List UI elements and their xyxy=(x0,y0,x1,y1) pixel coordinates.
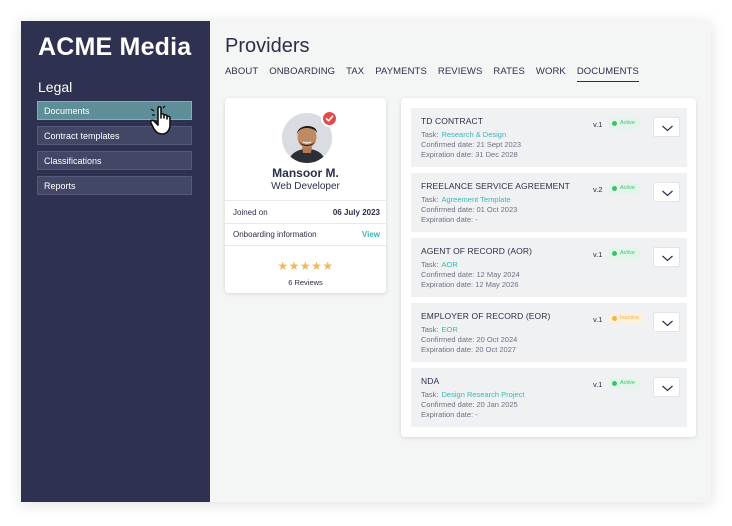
joined-value: 06 July 2023 xyxy=(332,207,380,217)
joined-label: Joined on xyxy=(233,207,268,217)
expand-button[interactable] xyxy=(653,377,680,397)
status-dot-icon xyxy=(612,251,617,256)
document-title: NDA xyxy=(421,376,440,386)
document-task-link[interactable]: AOR xyxy=(442,260,458,269)
tab-reviews[interactable]: REVIEWS xyxy=(438,66,483,82)
document-confirmed-date: Confirmed date: 12 May 2024 xyxy=(421,270,520,279)
document-expiration-date: Expiration date: - xyxy=(421,410,478,419)
document-version: v.2 xyxy=(593,185,603,194)
main-content: Providers ABOUT ONBOARDING TAX PAYMENTS … xyxy=(210,21,711,502)
document-confirmed-date: Confirmed date: 21 Sept 2023 xyxy=(421,140,522,149)
verified-check-icon xyxy=(321,110,338,127)
document-task: Task: AOR xyxy=(421,260,458,269)
onboarding-label: Onboarding information xyxy=(233,230,317,239)
document-version: v.1 xyxy=(593,315,603,324)
document-task: Task: Design Research Project xyxy=(421,390,525,399)
status-dot-icon xyxy=(612,381,617,386)
sidebar-item-classifications[interactable]: Classifications xyxy=(37,151,192,170)
tab-work[interactable]: WORK xyxy=(536,66,566,82)
rating-stars: ★★★★★ xyxy=(225,259,386,273)
document-card: AGENT OF RECORD (AOR) Task: AOR Confirmed… xyxy=(411,238,687,297)
status-badge: Active xyxy=(608,378,640,389)
document-version: v.1 xyxy=(593,120,603,129)
tab-documents[interactable]: DOCUMENTS xyxy=(576,66,639,82)
star-icon: ★ xyxy=(311,259,323,273)
document-card: FREELANCE SERVICE AGREEMENT Task: Agreeme… xyxy=(411,173,687,232)
status-badge: Inactive xyxy=(608,313,644,324)
status-badge: Active xyxy=(608,248,640,259)
joined-row: Joined on 06 July 2023 xyxy=(225,200,386,223)
star-icon: ★ xyxy=(288,259,300,273)
page-title: Providers xyxy=(225,35,310,57)
expand-button[interactable] xyxy=(653,312,680,332)
expand-button[interactable] xyxy=(653,117,680,137)
chevron-down-icon xyxy=(662,255,673,262)
provider-role: Web Developer xyxy=(271,181,340,192)
tab-onboarding[interactable]: ONBOARDING xyxy=(269,66,335,82)
document-task: Task: EOR xyxy=(421,325,458,334)
expand-button[interactable] xyxy=(653,247,680,267)
tab-tax[interactable]: TAX xyxy=(346,66,364,82)
document-task: Task: Agreement Template xyxy=(421,195,511,204)
star-icon: ★ xyxy=(277,259,289,273)
tab-bar: ABOUT ONBOARDING TAX PAYMENTS REVIEWS RA… xyxy=(225,66,650,82)
section-title-legal: Legal xyxy=(38,79,73,95)
star-icon: ★ xyxy=(299,259,312,273)
brand-logo: ACME Media xyxy=(38,33,192,61)
document-task-link[interactable]: Agreement Template xyxy=(442,195,511,204)
sidebar: ACME Media Legal Documents Contract temp… xyxy=(21,21,210,502)
hand-pointer-icon xyxy=(149,105,171,135)
document-task-link[interactable]: Research & Design xyxy=(442,130,507,139)
documents-panel: TD CONTRACT Task: Research & Design Confi… xyxy=(401,98,696,437)
document-expiration-date: Expiration date: 12 May 2026 xyxy=(421,280,519,289)
app-window: ACME Media Legal Documents Contract temp… xyxy=(21,21,711,502)
document-title: AGENT OF RECORD (AOR) xyxy=(421,246,533,256)
tab-about[interactable]: ABOUT xyxy=(225,66,258,82)
document-title: FREELANCE SERVICE AGREEMENT xyxy=(421,181,570,191)
sidebar-item-reports[interactable]: Reports xyxy=(37,176,192,195)
status-dot-icon xyxy=(612,121,617,126)
document-confirmed-date: Confirmed date: 20 Oct 2024 xyxy=(421,335,518,344)
status-dot-icon xyxy=(612,186,617,191)
document-confirmed-date: Confirmed date: 20 Jan 2025 xyxy=(421,400,518,409)
document-card: TD CONTRACT Task: Research & Design Confi… xyxy=(411,108,687,167)
expand-button[interactable] xyxy=(653,182,680,202)
tab-payments[interactable]: PAYMENTS xyxy=(375,66,427,82)
star-icon: ★ xyxy=(322,259,334,273)
document-version: v.1 xyxy=(593,380,603,389)
document-card: EMPLOYER OF RECORD (EOR) Task: EOR Confir… xyxy=(411,303,687,362)
document-task: Task: Research & Design xyxy=(421,130,507,139)
chevron-down-icon xyxy=(662,385,673,392)
document-title: TD CONTRACT xyxy=(421,116,484,126)
provider-name: Mansoor M. xyxy=(272,166,339,180)
chevron-down-icon xyxy=(662,320,673,327)
document-task-link[interactable]: Design Research Project xyxy=(442,390,525,399)
tab-rates[interactable]: RATES xyxy=(493,66,524,82)
document-expiration-date: Expiration date: 31 Dec 2028 xyxy=(421,150,518,159)
document-expiration-date: Expiration date: 20 Oct 2027 xyxy=(421,345,517,354)
document-expiration-date: Expiration date: - xyxy=(421,215,478,224)
status-dot-icon xyxy=(612,316,617,321)
onboarding-view-link[interactable]: View xyxy=(362,230,380,239)
document-task-link[interactable]: EOR xyxy=(442,325,458,334)
document-confirmed-date: Confirmed date: 01 Oct 2023 xyxy=(421,205,518,214)
onboarding-row: Onboarding information View xyxy=(225,223,386,246)
status-badge: Active xyxy=(608,183,640,194)
document-title: EMPLOYER OF RECORD (EOR) xyxy=(421,311,551,321)
document-card: NDA Task: Design Research Project Confirm… xyxy=(411,368,687,427)
chevron-down-icon xyxy=(662,125,673,132)
document-version: v.1 xyxy=(593,250,603,259)
status-badge: Active xyxy=(608,118,640,129)
chevron-down-icon xyxy=(662,190,673,197)
profile-card: Mansoor M. Web Developer Joined on 06 Ju… xyxy=(225,98,386,293)
reviews-count[interactable]: 6 Reviews xyxy=(225,278,386,287)
